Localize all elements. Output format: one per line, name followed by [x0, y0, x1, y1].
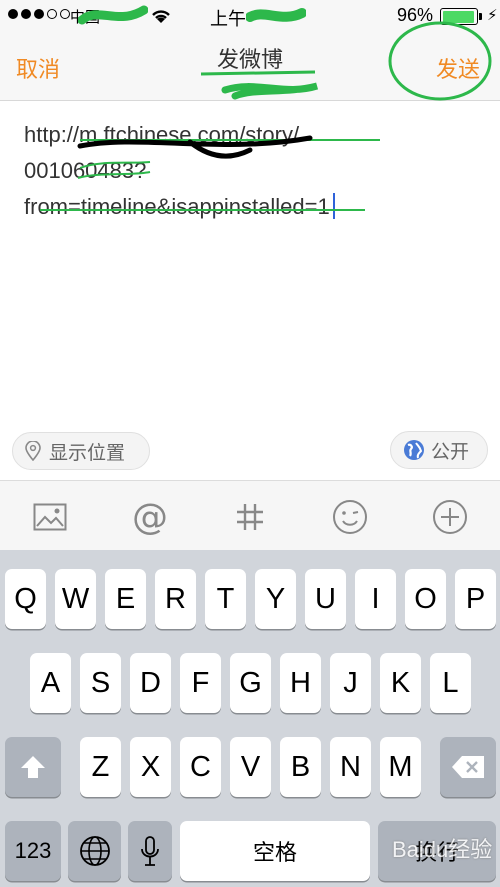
show-location-button[interactable]: 显示位置: [12, 432, 150, 470]
shift-key[interactable]: [5, 737, 61, 797]
text-cursor: [332, 193, 335, 219]
page-title: 发微博: [216, 47, 283, 72]
space-key[interactable]: 空格: [180, 821, 370, 881]
microphone-icon: [141, 836, 159, 866]
wifi-icon: [152, 10, 170, 23]
backspace-icon: [452, 756, 484, 778]
nav-bar: 取消 发微博 发送: [0, 32, 500, 101]
key-b[interactable]: B: [280, 737, 321, 797]
battery-tip: [479, 13, 482, 20]
key-x[interactable]: X: [130, 737, 171, 797]
hashtag-button[interactable]: [230, 497, 270, 537]
key-s[interactable]: S: [80, 653, 121, 713]
key-i[interactable]: I: [355, 569, 396, 629]
key-r[interactable]: R: [155, 569, 196, 629]
status-bar: 中国 上午 96% ⚡: [0, 0, 500, 32]
send-button[interactable]: 发送: [436, 52, 480, 84]
hashtag-icon: [237, 504, 263, 530]
key-d[interactable]: D: [130, 653, 171, 713]
key-q[interactable]: Q: [5, 569, 46, 629]
emoji-icon: [333, 500, 367, 534]
insert-image-button[interactable]: [30, 497, 70, 537]
visibility-label: 公开: [431, 441, 470, 463]
location-pin-icon: [25, 441, 41, 461]
key-g[interactable]: G: [230, 653, 271, 713]
mention-button[interactable]: @: [130, 496, 170, 538]
charging-icon: ⚡: [487, 7, 498, 24]
key-y[interactable]: Y: [255, 569, 296, 629]
globe-icon: [79, 836, 110, 866]
compose-toolbar: @: [0, 480, 500, 551]
shift-icon: [21, 756, 45, 778]
key-m[interactable]: M: [380, 737, 421, 797]
key-f[interactable]: F: [180, 653, 221, 713]
battery-percent: 96%: [397, 5, 434, 25]
key-a[interactable]: A: [30, 653, 71, 713]
keyboard: Q W E R T Y U I O P A S D F G H J K L Z …: [0, 550, 500, 887]
compose-line: from=timeline&isappinstalled=1: [24, 194, 330, 219]
backspace-key[interactable]: [440, 737, 496, 797]
key-h[interactable]: H: [280, 653, 321, 713]
key-c[interactable]: C: [180, 737, 221, 797]
key-n[interactable]: N: [330, 737, 371, 797]
key-e[interactable]: E: [105, 569, 146, 629]
redaction-scribble: [246, 8, 306, 22]
emoji-button[interactable]: [330, 497, 370, 537]
globe-icon: [404, 440, 424, 460]
compose-line: 001060483?: [24, 158, 147, 183]
image-icon: [33, 503, 67, 531]
return-key[interactable]: 换行: [378, 821, 496, 881]
carrier-name: 中国: [70, 9, 101, 26]
visibility-button[interactable]: 公开: [390, 431, 488, 469]
key-p[interactable]: P: [455, 569, 496, 629]
key-z[interactable]: Z: [80, 737, 121, 797]
location-label: 显示位置: [49, 442, 126, 464]
signal-strength-icon: [8, 9, 70, 19]
battery-icon: [440, 8, 478, 25]
clock: 上午: [210, 9, 246, 29]
globe-key[interactable]: [68, 821, 121, 881]
key-j[interactable]: J: [330, 653, 371, 713]
compose-line: http://m.ftchinese.com/story/: [24, 122, 300, 147]
key-t[interactable]: T: [205, 569, 246, 629]
at-icon: @: [132, 496, 168, 538]
key-o[interactable]: O: [405, 569, 446, 629]
more-options-button[interactable]: [430, 497, 470, 537]
numbers-key[interactable]: 123: [5, 821, 61, 881]
key-w[interactable]: W: [55, 569, 96, 629]
key-l[interactable]: L: [430, 653, 471, 713]
compose-text-area[interactable]: http://m.ftchinese.com/story/ 001060483?…: [24, 117, 424, 225]
key-u[interactable]: U: [305, 569, 346, 629]
key-k[interactable]: K: [380, 653, 421, 713]
dictation-key[interactable]: [128, 821, 172, 881]
plus-icon: [433, 500, 467, 534]
key-v[interactable]: V: [230, 737, 271, 797]
